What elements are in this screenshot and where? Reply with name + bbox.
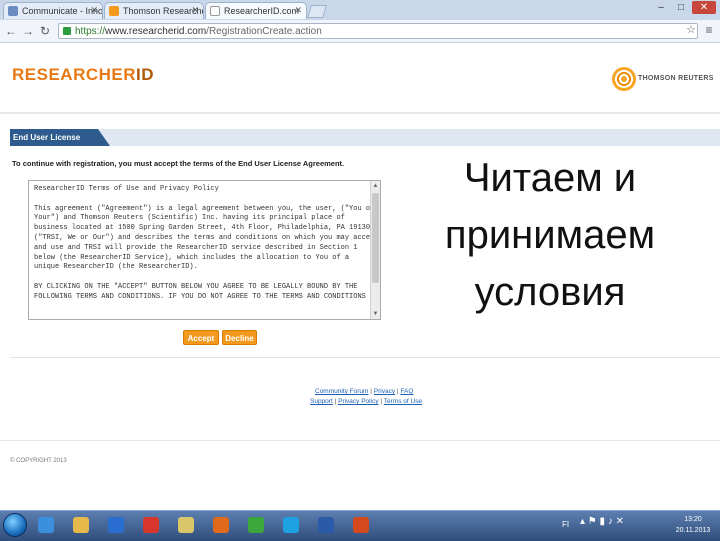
copyright: © COPYRIGHT 2013 [10, 458, 67, 464]
bookmark-star-icon[interactable]: ☆ [683, 22, 699, 38]
media-player-icon [108, 517, 124, 533]
privacy-policy-link[interactable]: Privacy Policy [338, 398, 378, 405]
firefox-icon [213, 517, 229, 533]
start-button-icon[interactable] [3, 513, 27, 537]
taskbar-clock[interactable]: 13:20 20.11.2013 [670, 514, 716, 536]
forward-button[interactable]: → [20, 23, 36, 39]
scroll-thumb[interactable] [372, 193, 379, 283]
accept-button[interactable]: Accept [183, 330, 219, 345]
taskbar-chrome-button[interactable] [139, 514, 163, 536]
license-textarea[interactable]: ResearcherID Terms of Use and Privacy Po… [28, 180, 381, 320]
close-window-button[interactable]: ✕ [692, 1, 716, 14]
caption-line-3: условия [474, 270, 626, 314]
notes-icon [178, 517, 194, 533]
footer-separator: | [334, 398, 337, 405]
community-forum-link[interactable]: Community Forum [315, 388, 368, 395]
header-divider [0, 112, 720, 114]
thomson-reuters-logo-text: THOMSON REUTERS [638, 75, 714, 82]
privacy-link[interactable]: Privacy [374, 388, 395, 395]
section-title: End User License [10, 129, 110, 146]
footer-links-row-1: Community Forum | Privacy | FAQ [315, 388, 413, 395]
address-bar[interactable]: https://www.researcherid.com/Registratio… [58, 23, 698, 39]
support-link[interactable]: Support [310, 398, 333, 405]
faq-link[interactable]: FAQ [400, 388, 413, 395]
logo-id: ID [136, 65, 155, 84]
footer-separator: | [370, 388, 372, 395]
tab-researcherid[interactable]: ResearcherID.com ✕ [205, 2, 307, 19]
section-header-band [10, 129, 720, 146]
terms-of-use-link[interactable]: Terms of Use [384, 398, 422, 405]
decline-button[interactable]: Decline [222, 330, 257, 345]
researcherid-logo[interactable]: RESEARCHERID [12, 65, 154, 85]
taskbar-powerpoint-button[interactable] [349, 514, 373, 536]
browser-menu-icon[interactable]: ≡ [701, 22, 717, 38]
lock-icon [63, 27, 71, 35]
taskbar-media-player-button[interactable] [104, 514, 128, 536]
reload-button[interactable]: ↻ [37, 23, 53, 39]
tab-favicon-icon [8, 6, 18, 16]
slide-caption: Читаем и принимаем условия [420, 150, 680, 321]
license-text: ResearcherID Terms of Use and Privacy Po… [34, 185, 379, 301]
language-indicator[interactable]: FI [562, 520, 569, 529]
word-icon [318, 517, 334, 533]
minimize-button[interactable]: – [652, 1, 670, 14]
taskbar-skype-button[interactable] [279, 514, 303, 536]
tab-label: ResearcherID.com [224, 6, 300, 16]
chrome-icon [143, 517, 159, 533]
footer-links-row-2: Support | Privacy Policy | Terms of Use [310, 398, 422, 405]
license-instruction: To continue with registration, you must … [12, 159, 345, 168]
skype-icon [283, 517, 299, 533]
tab-favicon-icon [210, 6, 220, 16]
ie-icon [38, 517, 54, 533]
url-path: /RegistrationCreate.action [206, 26, 322, 37]
back-button[interactable]: ← [3, 23, 19, 39]
tab-thomson[interactable]: Thomson ResearcherID - I ✕ [104, 2, 204, 19]
powerpoint-icon [353, 517, 369, 533]
url-scheme: https:// [75, 26, 106, 37]
thomson-reuters-logo-icon [612, 67, 636, 91]
footer-separator: | [380, 398, 383, 405]
clock-time: 13:20 [684, 516, 702, 523]
clock-date: 20.11.2013 [675, 527, 711, 534]
url-host: www.researcherid.com [105, 26, 207, 37]
footer-divider [0, 440, 720, 441]
footer-separator: | [396, 388, 399, 395]
system-tray-icons[interactable]: ▴ ⚑ ▮ ♪ ✕ [580, 516, 624, 534]
taskbar-firefox-button[interactable] [209, 514, 233, 536]
license-scrollbar[interactable]: ▲ ▼ [370, 181, 380, 319]
tab-communicate[interactable]: Communicate - Innoval ✕ [3, 2, 103, 19]
maximize-button[interactable]: □ [672, 1, 690, 14]
scroll-down-icon[interactable]: ▼ [372, 310, 379, 318]
close-tab-icon[interactable]: ✕ [191, 5, 199, 16]
caption-line-1: Читаем и [463, 156, 637, 200]
close-tab-icon[interactable]: ✕ [90, 5, 98, 16]
tab-favicon-icon [109, 6, 119, 16]
taskbar-word-button[interactable] [314, 514, 338, 536]
taskbar-ie-button[interactable] [34, 514, 58, 536]
scroll-up-icon[interactable]: ▲ [372, 182, 379, 190]
taskbar-explorer-button[interactable] [69, 514, 93, 536]
taskbar-notes-button[interactable] [174, 514, 198, 536]
close-tab-icon[interactable]: ✕ [294, 5, 302, 16]
content-divider [10, 357, 720, 358]
explorer-icon [73, 517, 89, 533]
taskbar-icq-button[interactable] [244, 514, 268, 536]
icq-icon [248, 517, 264, 533]
logo-main: RESEARCHER [12, 65, 137, 84]
caption-line-2: принимаем [444, 213, 656, 257]
